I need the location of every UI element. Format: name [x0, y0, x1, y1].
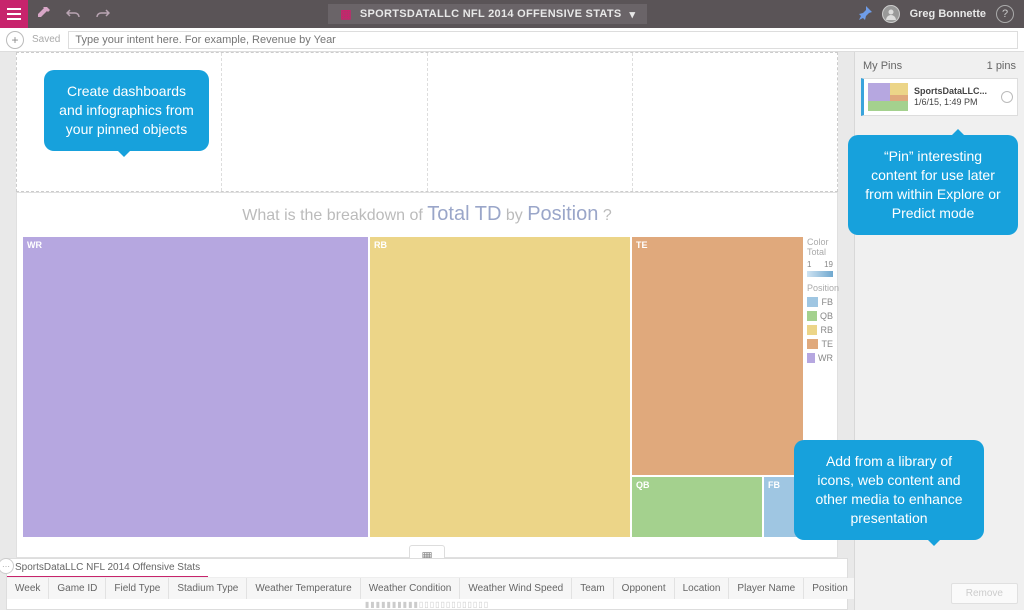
drop-cell[interactable] — [633, 53, 837, 191]
redo-icon[interactable] — [88, 0, 118, 28]
tile-te[interactable]: TE — [632, 237, 803, 475]
source-tab[interactable]: SportsDataLLC NFL 2014 Offensive Stats — [7, 559, 208, 577]
callout-library: Add from a library of icons, web content… — [794, 440, 984, 540]
drop-cell[interactable] — [222, 53, 427, 191]
pin-thumbnail — [868, 83, 908, 111]
pin-card[interactable]: SportsDataLLC... 1/6/15, 1:49 PM — [861, 78, 1018, 116]
pin-timestamp: 1/6/15, 1:49 PM — [914, 97, 987, 108]
undo-icon[interactable] — [58, 0, 88, 28]
callout-pin: “Pin” interesting content for use later … — [848, 135, 1018, 235]
column-pill[interactable]: Week — [7, 578, 49, 599]
dataset-icon: ▦ — [340, 7, 352, 21]
column-pill[interactable]: Weather Temperature — [247, 578, 360, 599]
remove-button[interactable]: Remove — [951, 583, 1018, 604]
avatar[interactable] — [882, 5, 900, 23]
help-button[interactable]: ? — [996, 5, 1014, 23]
column-picker: WeekGame IDField TypeStadium TypeWeather… — [7, 577, 847, 599]
column-pill[interactable]: Player Name — [729, 578, 804, 599]
column-pill[interactable]: Weather Wind Speed — [460, 578, 572, 599]
column-pill[interactable]: Location — [675, 578, 730, 599]
chart-card: What is the breakdown of Total TD by Pos… — [16, 192, 838, 558]
hamburger-menu-button[interactable] — [0, 0, 28, 28]
chevron-down-icon: ▾ — [629, 8, 635, 21]
column-pill[interactable]: Game ID — [49, 578, 106, 599]
pins-header: My Pins — [863, 60, 902, 72]
callout-dashboards: Create dashboards and infographics from … — [44, 70, 209, 151]
tile-qb[interactable]: QB — [632, 477, 762, 537]
column-pill[interactable]: Opponent — [614, 578, 675, 599]
chart-metric[interactable]: Total TD — [427, 203, 501, 225]
column-pill[interactable]: Team — [572, 578, 613, 599]
data-source-bar: ⋯ SportsDataLLC NFL 2014 Offensive Stats… — [6, 558, 848, 610]
treemap: WR RB TE QB FB — [23, 237, 803, 549]
tile-wr[interactable]: WR — [23, 237, 368, 537]
intent-input[interactable] — [68, 31, 1018, 49]
intent-bar: + Saved — [0, 28, 1024, 52]
drop-cell[interactable] — [428, 53, 633, 191]
chart-dimension[interactable]: Position — [527, 203, 598, 225]
pin-icon[interactable] — [858, 6, 872, 23]
column-pill[interactable]: Stadium Type — [169, 578, 247, 599]
legend: Color Total 119 Position FB QB RB TE WR — [807, 237, 833, 363]
pin-title: SportsDataLLC... — [914, 86, 987, 97]
workspace-title-text: SPORTSDATALLC NFL 2014 OFFENSIVE STATS — [360, 8, 622, 20]
pin-select-radio[interactable] — [1001, 91, 1013, 103]
tile-rb[interactable]: RB — [370, 237, 630, 537]
chart-title: What is the breakdown of Total TD by Pos… — [17, 193, 837, 234]
workspace-title[interactable]: ▦ SPORTSDATALLC NFL 2014 OFFENSIVE STATS… — [328, 4, 647, 24]
column-pill[interactable]: Weather Condition — [361, 578, 461, 599]
column-pill[interactable]: Position — [804, 578, 857, 599]
column-scroll-indicator[interactable]: ▮▮▮▮▮▮▮▮▮▮▯▯▯▯▯▯▯▯▯▯▯▯▯ — [7, 599, 847, 609]
add-intent-button[interactable]: + — [6, 31, 24, 49]
eyedropper-icon[interactable] — [28, 0, 58, 28]
username[interactable]: Greg Bonnette — [910, 8, 986, 20]
column-pill[interactable]: Field Type — [106, 578, 169, 599]
pins-count: 1 pins — [987, 60, 1016, 72]
topbar: ▦ SPORTSDATALLC NFL 2014 OFFENSIVE STATS… — [0, 0, 1024, 28]
saved-label: Saved — [32, 34, 60, 45]
